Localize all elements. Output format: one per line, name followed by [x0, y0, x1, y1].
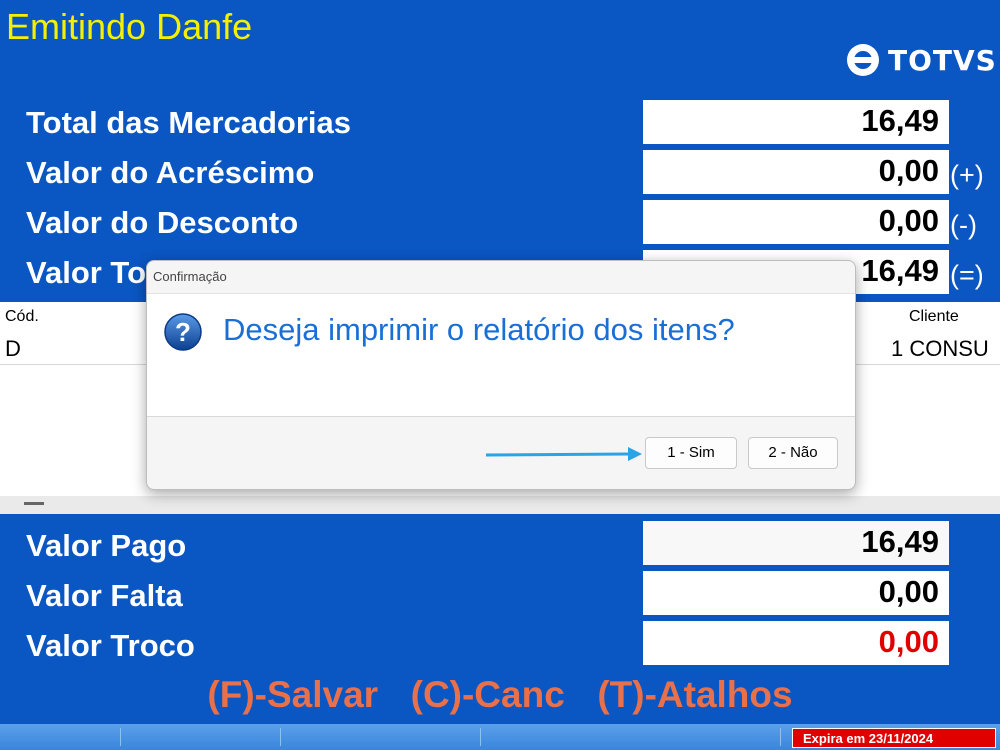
dialog-title: Confirmação — [153, 269, 227, 284]
desconto-label: Valor do Desconto — [26, 205, 299, 240]
totvs-logo: TOTVS — [846, 40, 997, 80]
expiration-badge: Expira em 23/11/2024 — [792, 728, 996, 748]
grid-scroll-thumb[interactable] — [24, 502, 44, 505]
window-title: Emitindo Danfe — [6, 6, 253, 47]
status-segment — [120, 728, 281, 746]
valor-falta-value: 0,00 — [643, 571, 949, 615]
total-mercadorias-label: Total das Mercadorias — [26, 105, 352, 140]
valor-total-label: Valor To — [26, 255, 147, 290]
question-icon: ? — [164, 313, 202, 351]
acrescimo-value[interactable]: 0,00 — [643, 150, 949, 194]
desconto-value[interactable]: 0,00 — [643, 200, 949, 244]
grid-header-cliente: Cliente — [909, 308, 959, 325]
grid-scrollbar[interactable] — [0, 496, 1000, 514]
pointer-arrow-icon — [486, 447, 642, 461]
desconto-op: (-) — [950, 210, 977, 240]
grid-cell-cod[interactable]: D — [5, 336, 21, 362]
grid-header-cod: Cód. — [5, 308, 39, 325]
total-mercadorias-value: 16,49 — [643, 100, 949, 144]
dialog-message: Deseja imprimir o relatório dos itens? — [223, 312, 735, 347]
valor-pago-value[interactable]: 16,49 — [643, 521, 949, 565]
status-segment — [0, 728, 121, 746]
valor-troco-value: 0,00 — [643, 621, 949, 665]
valor-pago-label: Valor Pago — [26, 528, 187, 563]
sim-button[interactable]: 1 - Sim — [645, 437, 737, 469]
svg-text:?: ? — [175, 317, 191, 347]
valor-troco-label: Valor Troco — [26, 628, 195, 663]
totvs-logo-icon — [847, 44, 879, 76]
dialog-content: ? Deseja imprimir o relatório dos itens? — [147, 293, 855, 417]
nao-button[interactable]: 2 - Não — [748, 437, 838, 469]
shortcuts-bar: (F)-Salvar (C)-Canc (T)-Atalhos — [207, 674, 793, 715]
valor-total-op: (=) — [950, 260, 984, 290]
valor-falta-label: Valor Falta — [26, 578, 183, 613]
grid-cell-cliente[interactable]: 1 CONSU — [891, 336, 989, 362]
status-segment — [280, 728, 481, 746]
status-segment — [480, 728, 781, 746]
acrescimo-op: (+) — [950, 160, 984, 190]
logo-text: TOTVS — [888, 43, 997, 77]
acrescimo-label: Valor do Acréscimo — [26, 155, 315, 190]
